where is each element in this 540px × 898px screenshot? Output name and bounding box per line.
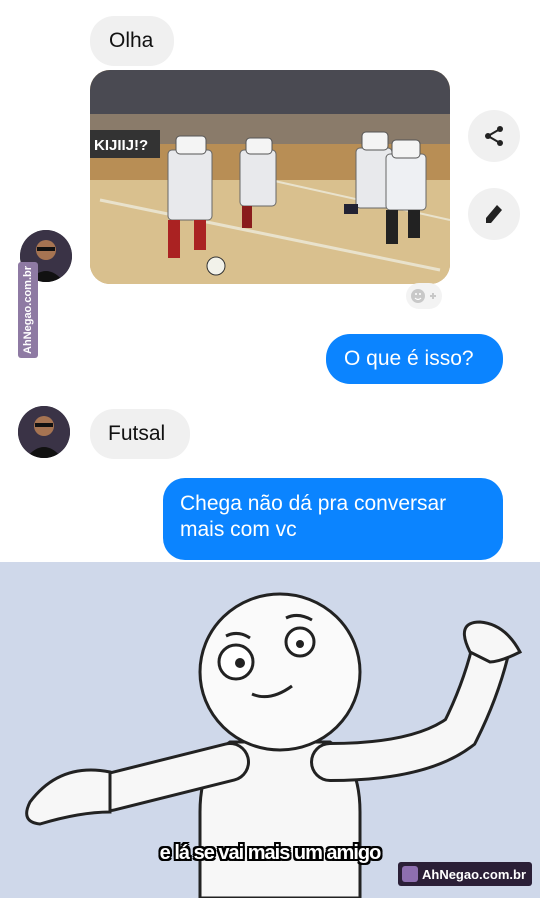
message-text-line-1: Chega não dá pra conversar bbox=[180, 492, 447, 515]
message-text: Futsal bbox=[108, 422, 166, 445]
share-button[interactable] bbox=[468, 110, 520, 162]
svg-text:KIJIIJ!?: KIJIIJ!? bbox=[94, 137, 148, 154]
meme-panel: e lá se vai mais um amigo AhNegao.com.br bbox=[0, 562, 540, 898]
side-watermark: AhNegao.com.br bbox=[18, 262, 38, 358]
shared-photo[interactable]: KIJIIJ!? bbox=[90, 70, 450, 284]
message-chega[interactable]: Chega não dá pra conversar mais com vc bbox=[163, 478, 503, 560]
brand-text: AhNegao.com.br bbox=[421, 866, 526, 882]
chat-thread: Olha KIJIIJ!? AhNegao.com.br O que é iss… bbox=[0, 0, 540, 562]
pencil-icon bbox=[486, 205, 502, 223]
avatar-image bbox=[18, 406, 70, 458]
brand-watermark: AhNegao.com.br bbox=[397, 862, 532, 886]
react-button[interactable] bbox=[406, 283, 442, 309]
message-futsal[interactable]: Futsal bbox=[90, 409, 190, 459]
futsal-photo-illustration: KIJIIJ!? bbox=[90, 70, 450, 284]
emoji-add-icon bbox=[411, 289, 436, 303]
avatar[interactable] bbox=[18, 406, 70, 458]
message-olha[interactable]: Olha bbox=[90, 16, 174, 66]
brand-logo-icon bbox=[401, 866, 418, 882]
edit-button[interactable] bbox=[468, 188, 520, 240]
message-text: Olha bbox=[109, 29, 154, 52]
message-text: O que é isso? bbox=[344, 347, 474, 370]
share-icon bbox=[485, 126, 503, 146]
message-text-line-2: mais com vc bbox=[180, 518, 297, 541]
message-o-que-e-isso[interactable]: O que é isso? bbox=[326, 334, 503, 384]
